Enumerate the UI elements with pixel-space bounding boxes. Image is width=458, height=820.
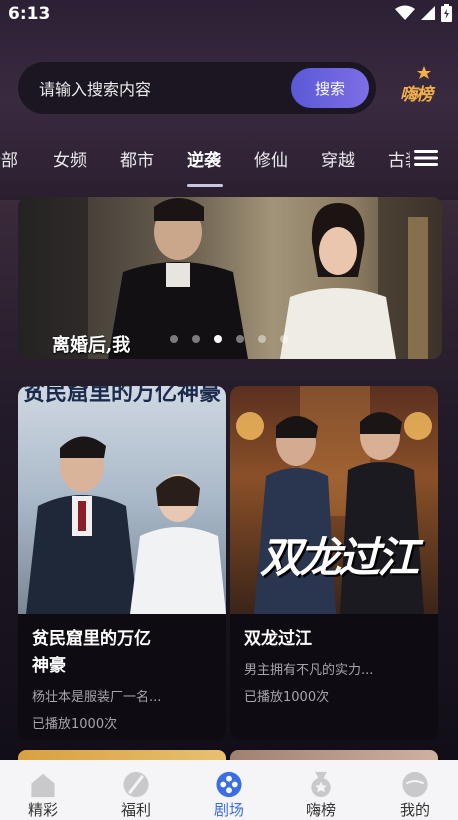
tab-female[interactable]: 女频	[53, 146, 87, 171]
cover-title: 贫民窟里的万亿神豪	[22, 386, 221, 406]
carousel-dot-active[interactable]	[214, 335, 222, 343]
drama-cover: 双龙过江	[230, 386, 438, 614]
nav-label: 嗨榜	[305, 801, 336, 819]
drama-info: 双龙过江 男主拥有不凡的实力... 已播放1000次	[230, 614, 438, 740]
drama-cover: 贫民窟里的万亿神豪	[18, 386, 226, 614]
drama-title: 双龙过江	[244, 626, 424, 653]
nav-item-welfare[interactable]: 福利	[90, 760, 182, 820]
status-bar: 6:13	[0, 0, 458, 28]
profile-icon	[402, 771, 428, 798]
cover-image	[26, 436, 226, 614]
search-bar[interactable]: 请输入搜索内容 搜索	[18, 62, 376, 114]
drama-card[interactable]: 双龙过江 双龙过江 男主拥有不凡的实力... 已播放1000次	[230, 386, 438, 740]
play-count: 已播放1000次	[32, 717, 118, 732]
cover-title: 双龙过江	[259, 533, 419, 582]
drama-title-line: 贫民窟里的万亿	[32, 629, 151, 649]
carousel-dot[interactable]	[236, 335, 244, 343]
tab-time-travel[interactable]: 穿越	[321, 146, 355, 171]
active-tab-indicator	[187, 184, 223, 187]
nav-label: 精彩	[27, 801, 58, 819]
hot-rank-label: 嗨榜	[400, 85, 433, 105]
status-time: 6:13	[8, 4, 51, 24]
star-icon	[417, 66, 431, 79]
nav-label: 福利	[120, 801, 151, 819]
carousel-dot[interactable]	[258, 335, 266, 343]
drama-title: 贫民窟里的万亿 神豪	[32, 626, 212, 680]
home-icon	[31, 773, 55, 798]
battery-icon	[441, 4, 452, 22]
nav-item-highlights[interactable]: 精彩	[0, 760, 89, 820]
status-icons	[395, 4, 452, 22]
search-button[interactable]: 搜索	[291, 68, 369, 108]
nav-item-theater[interactable]: 剧场	[183, 760, 275, 820]
drama-title-line: 双龙过江	[244, 629, 312, 649]
drama-card[interactable]: 贫民窟里的万亿神豪 贫民窟里的万亿 神豪 杨壮本是服装厂一名... 已播放100…	[18, 386, 226, 740]
nav-item-hot-rank[interactable]: 嗨榜	[275, 760, 367, 820]
carousel-dot[interactable]	[170, 335, 178, 343]
drama-description: 杨壮本是服装厂一名...	[32, 690, 162, 705]
signal-icon	[421, 6, 435, 20]
carousel-dots	[170, 335, 288, 343]
wifi-icon	[395, 5, 415, 20]
menu-icon[interactable]	[414, 148, 438, 168]
drama-title-line: 神豪	[32, 656, 66, 676]
carousel-dot[interactable]	[192, 335, 200, 343]
drama-info: 贫民窟里的万亿 神豪 杨壮本是服装厂一名... 已播放1000次	[18, 614, 226, 740]
nav-label: 我的	[399, 801, 430, 819]
tab-all[interactable]: 全部	[0, 146, 18, 171]
carousel-dot[interactable]	[280, 335, 288, 343]
nav-item-profile[interactable]: 我的	[369, 760, 458, 820]
welfare-icon	[123, 771, 149, 798]
tab-cultivation[interactable]: 修仙	[254, 146, 288, 171]
tab-urban[interactable]: 都市	[120, 146, 154, 171]
hot-rank-button[interactable]: 嗨榜	[400, 66, 444, 106]
drama-description: 男主拥有不凡的实力...	[244, 663, 374, 678]
bottom-navigation: 精彩 福利 剧场 嗨榜 我的	[0, 760, 458, 820]
banner-carousel[interactable]: 离婚后,我	[18, 197, 442, 359]
category-tabs: 全部 女频 都市 逆袭 修仙 穿越 古装	[0, 140, 410, 180]
theater-icon	[216, 771, 242, 798]
tab-counterattack[interactable]: 逆袭	[187, 146, 221, 171]
rank-medal-icon	[311, 771, 331, 798]
search-input[interactable]: 请输入搜索内容	[39, 76, 151, 100]
banner-caption: 离婚后,我	[52, 335, 131, 356]
nav-label: 剧场	[213, 801, 244, 819]
tab-costume[interactable]: 古装	[388, 146, 410, 171]
play-count: 已播放1000次	[244, 690, 330, 705]
